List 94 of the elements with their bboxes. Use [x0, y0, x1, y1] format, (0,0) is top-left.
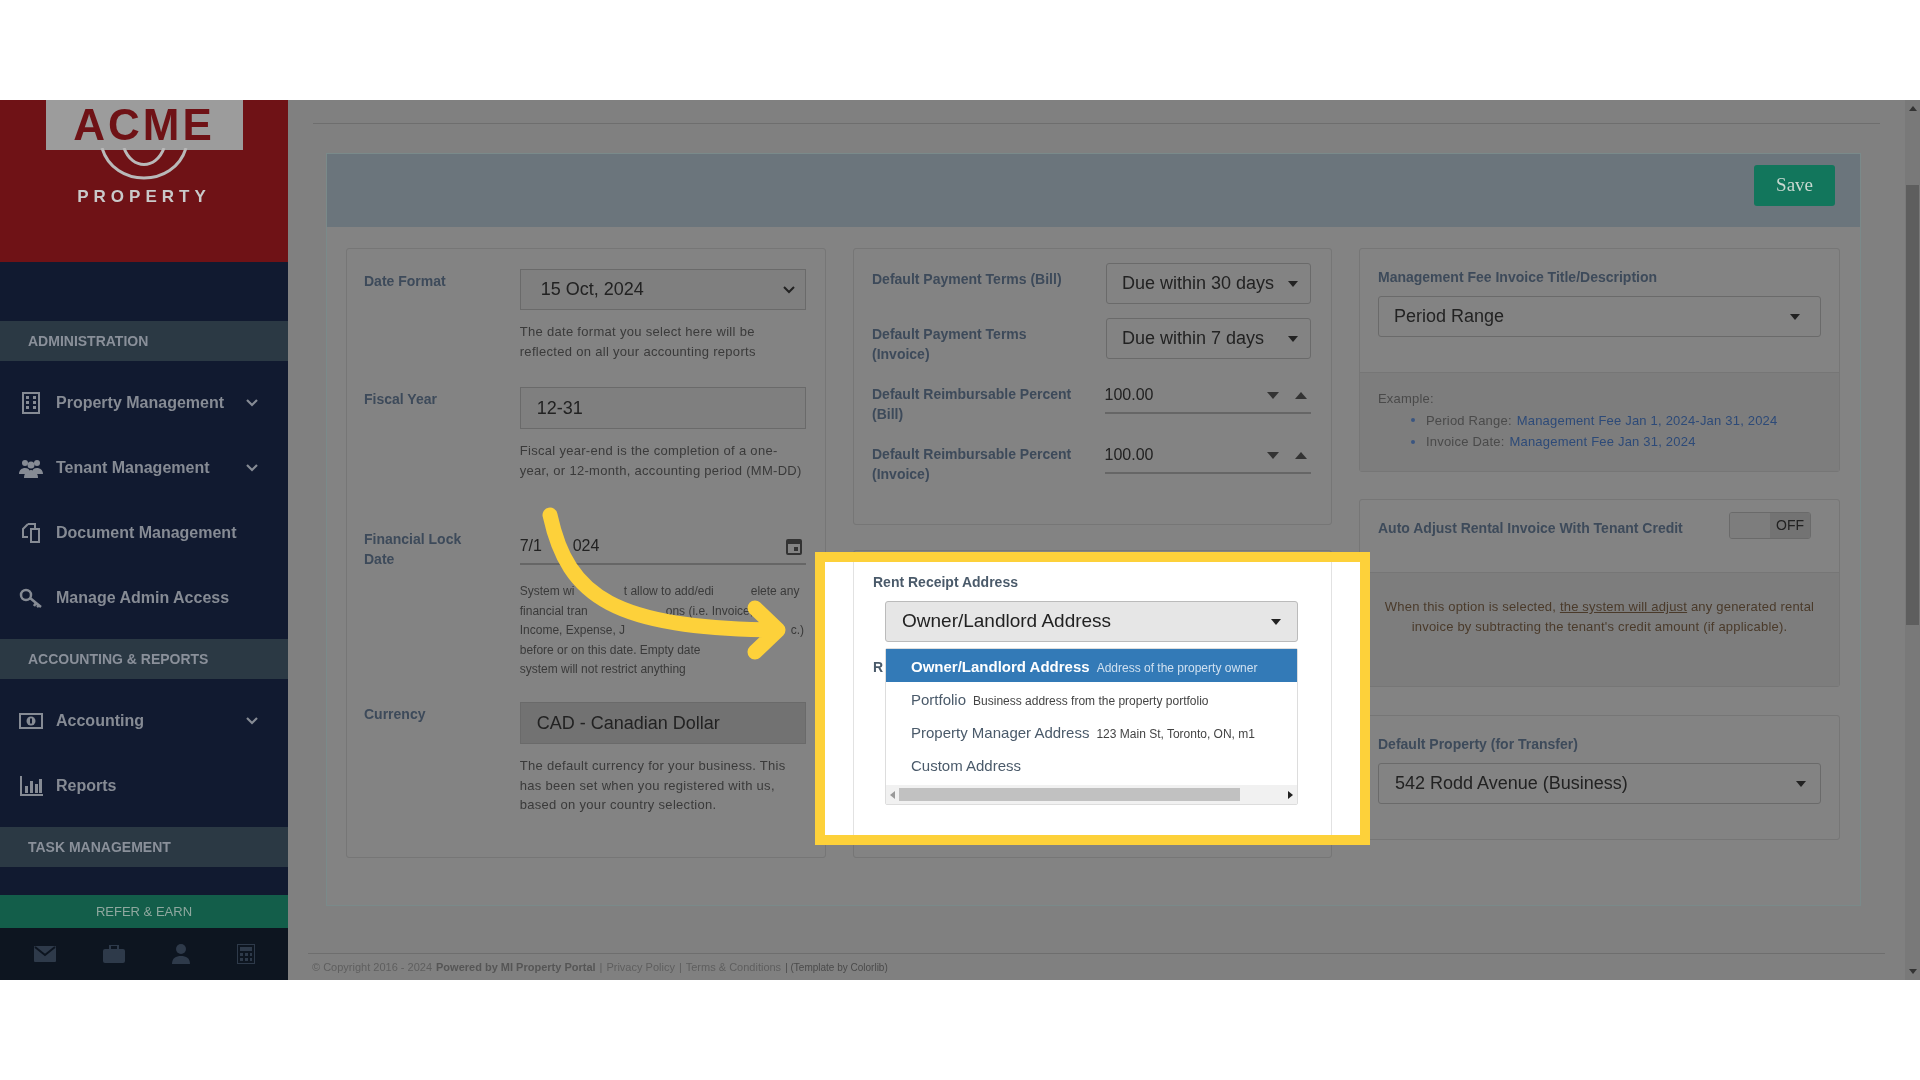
nav-item[interactable]: Manage Admin Access [0, 565, 288, 630]
field-label: Auto Adjust Rental Invoice With Tenant Credit [1378, 519, 1683, 538]
field-label: Management Fee Invoice Title/Description [1378, 268, 1659, 287]
field-label: Currency [364, 705, 427, 724]
decrement-icon[interactable] [1267, 391, 1279, 399]
field-label: Default Payment Terms (Invoice) [872, 325, 1028, 364]
text-field[interactable]: 12-31 [519, 387, 806, 429]
help-text: elete any [750, 583, 800, 600]
dropdown-option[interactable]: Portfolio Business address from the property portfolio [886, 682, 1297, 715]
help-text: t allow to add/edi [623, 583, 715, 600]
field-label: Rent Receipt Address [873, 573, 1019, 592]
invoice-title-select[interactable]: Period Range [1378, 296, 1821, 337]
field-label: Default Payment Terms (Bill) [872, 270, 1063, 289]
field-label: R [873, 658, 885, 677]
help-text: financial tran [519, 602, 589, 620]
field-label: Default Reimbursable Percent (Invoice) [872, 445, 1073, 484]
nav-item[interactable]: Accounting [0, 688, 288, 753]
section-header: ACCOUNTING & REPORTS [0, 639, 288, 679]
scrollbar-thumb[interactable] [899, 788, 1240, 801]
key-icon [18, 587, 44, 608]
nav-item[interactable]: Reports [0, 753, 288, 818]
footer-separator: | [599, 959, 603, 975]
number-field[interactable]: 100.00 [1104, 438, 1311, 474]
help-text: before or on this date. Empty date [519, 641, 701, 659]
field-label: Default Property (for Transfer) [1378, 735, 1579, 754]
help-text: The default currency for your business. This has been set when you registered with us, based on your country selection. [519, 757, 787, 814]
property-select[interactable]: 542 Rodd Avenue (Business) [1378, 763, 1821, 804]
section-header: ADMINISTRATION [0, 321, 288, 361]
caret-icon [1790, 313, 1800, 320]
dropdown-option[interactable]: Custom Address [886, 748, 1297, 781]
user-icon[interactable] [171, 944, 190, 964]
footer-separator: | [678, 959, 682, 975]
scrollbar[interactable] [1905, 100, 1920, 980]
off-toggle[interactable]: OFF [1729, 512, 1811, 539]
bar-chart-icon [18, 775, 44, 796]
banknote-icon [18, 711, 44, 730]
payment-terms-select[interactable]: Due within 7 days [1105, 318, 1311, 359]
field-label: Fiscal Year [364, 390, 438, 409]
caret-icon [1288, 335, 1298, 342]
dropdown-option[interactable]: Owner/Landlord Address Address of the property owner [886, 649, 1297, 682]
number-field[interactable]: 100.00 [1104, 378, 1311, 414]
help-text: The date format you select here will be reflected on all your accounting reports [519, 323, 757, 361]
nav-label: Accounting [56, 710, 145, 731]
increment-icon[interactable] [1295, 391, 1307, 399]
caret-icon [1796, 780, 1806, 787]
nav-label: Property Management [56, 392, 226, 413]
chevron-down-icon [783, 285, 795, 294]
help-text: Income, Expense, J [519, 622, 627, 639]
bullet-icon [1411, 418, 1415, 423]
nav-label: Reports [56, 775, 118, 796]
scroll-left-icon[interactable] [890, 790, 895, 799]
note-text: When this option is selected, the system will adjust any generated rental invoice by subtracting the tenant's credit amount (if applicable). [1383, 598, 1816, 636]
scroll-right-icon[interactable] [1288, 790, 1293, 799]
calendar-icon[interactable] [786, 537, 802, 555]
dropdown-option[interactable]: Property Manager Address 123 Main St, Toronto, ON, m1 [886, 715, 1297, 748]
currency-field: CAD - Canadian Dollar [519, 702, 806, 744]
nav-label: Document Management [56, 522, 238, 543]
help-text: c.) [790, 622, 805, 639]
rent-receipt-select[interactable]: Owner/Landlord Address [885, 601, 1298, 642]
bullet-icon [1411, 439, 1415, 444]
field-label: Default Reimbursable Percent (Bill) [872, 385, 1073, 424]
caret-icon [1271, 618, 1281, 625]
increment-icon[interactable] [1295, 451, 1307, 459]
note-link[interactable]: the system will adjust [1559, 599, 1688, 614]
example-value: Management Fee Jan 1, 2024-Jan 31, 2024 [1516, 411, 1778, 430]
scroll-up-icon[interactable] [1908, 106, 1917, 111]
nav-item[interactable]: Property Management [0, 370, 288, 435]
envelope-icon[interactable] [33, 946, 56, 962]
nav-label: Tenant Management [56, 457, 211, 478]
decrement-icon[interactable] [1267, 451, 1279, 459]
logo-tagline: PROPERTY [77, 186, 211, 208]
calculator-icon[interactable] [236, 944, 255, 964]
horizontal-scrollbar[interactable] [886, 785, 1297, 804]
nav-label: Manage Admin Access [56, 587, 231, 608]
payment-terms-select[interactable]: Due within 30 days [1105, 263, 1311, 304]
example-value: Management Fee Jan 31, 2024 [1509, 433, 1696, 451]
briefcase-icon[interactable] [102, 945, 125, 963]
date-field[interactable]: 7/1 024 [519, 529, 806, 565]
save-button[interactable]: Save [1754, 165, 1835, 206]
nav-item[interactable]: Document Management [0, 500, 288, 565]
field-label: Financial Lock Date [364, 530, 463, 569]
scroll-down-icon[interactable] [1908, 969, 1917, 974]
help-text: Fiscal year-end is the completion of a one-year, or 12-month, accounting period (MM-DD) [519, 442, 803, 480]
help-text: System wi [519, 583, 576, 600]
field-label: Date Format [364, 272, 447, 291]
logo-wordmark: ACME [45, 100, 243, 150]
section-header: TASK MANAGEMENT [0, 827, 288, 867]
date-format-select[interactable]: 15 Oct, 2024 [519, 269, 806, 310]
refer-earn-button[interactable]: REFER & EARN [0, 895, 288, 928]
users-icon [18, 457, 44, 478]
caret-icon [1288, 280, 1298, 287]
scrollbar-thumb[interactable] [1906, 185, 1919, 625]
help-text: system will not restrict anything [519, 661, 686, 678]
nav-item[interactable]: Tenant Management [0, 435, 288, 500]
